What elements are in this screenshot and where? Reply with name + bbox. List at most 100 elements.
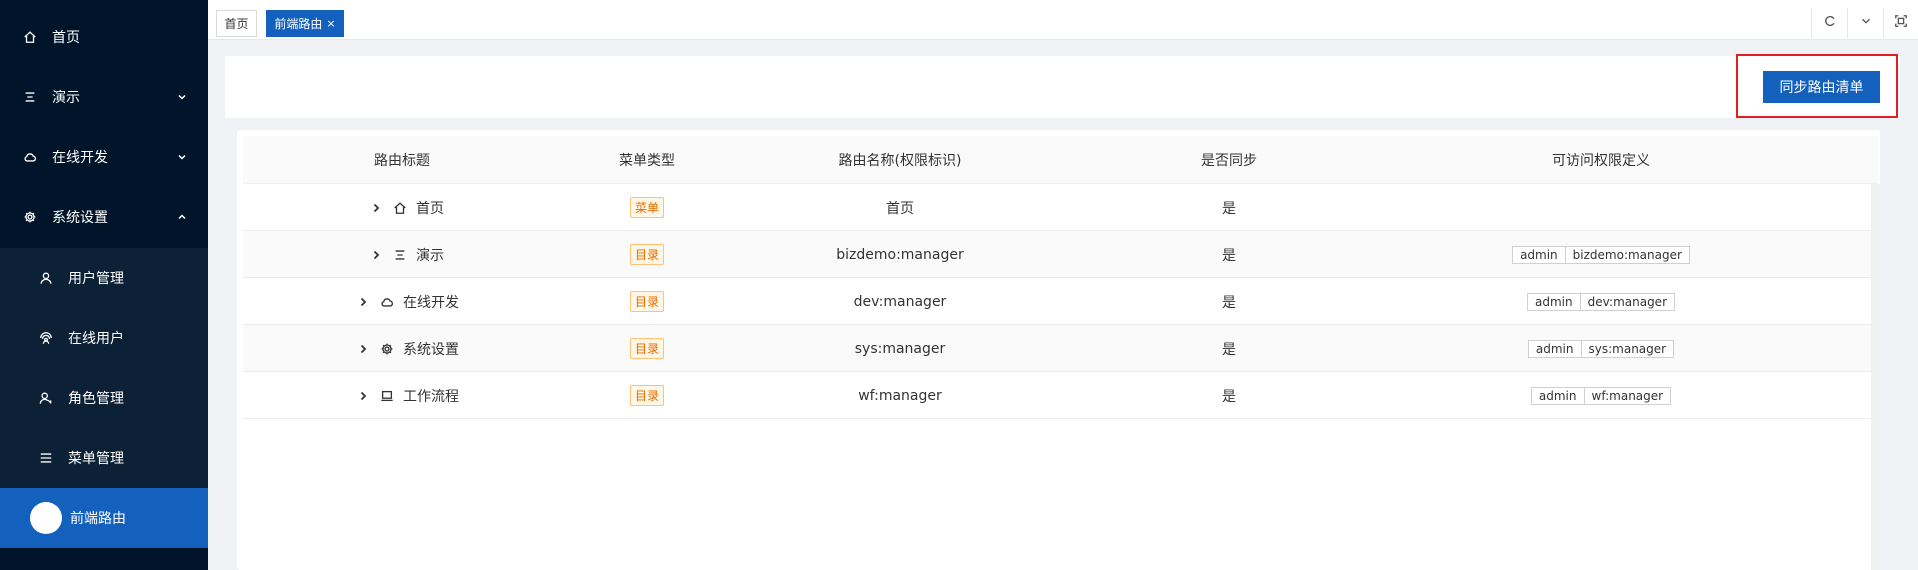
sidebar-item-label: 角色管理 [68, 391, 124, 407]
menu-type-cell: 目录 [561, 325, 733, 372]
chevron-right-icon[interactable] [368, 200, 384, 216]
chevron-down-icon [176, 91, 188, 103]
table-scrollbar[interactable] [1871, 184, 1880, 570]
route-title-cell: 首页 [368, 184, 561, 231]
menu-type-badge: 目录 [629, 291, 664, 312]
chevron-up-icon [176, 211, 188, 223]
table-row[interactable]: 系统设置 目录 sys:manager 是 admin sys:manager [243, 325, 1871, 372]
sidebar-item-system-settings[interactable]: 系统设置 [0, 187, 208, 247]
permission-tag: admin [1527, 339, 1582, 358]
tab-label: 首页 [224, 17, 249, 31]
route-title-cell: 工作流程 [355, 372, 561, 419]
submenu-system-settings: 用户管理 在线用户 角色管理 菜单管理 前端路由 [0, 248, 208, 548]
menu-type-badge: 目录 [629, 244, 664, 265]
sidebar-item-online-dev[interactable]: 在线开发 [0, 127, 208, 187]
cloud-icon [379, 294, 395, 310]
route-title: 在线开发 [403, 294, 459, 311]
chevron-right-icon[interactable] [355, 388, 371, 404]
route-name: dev:manager [853, 293, 947, 310]
tab-home[interactable]: 首页 [216, 10, 257, 37]
route-title-cell: 演示 [368, 231, 561, 278]
column-header-synced: 是否同步 [1201, 153, 1257, 169]
refresh-icon [1823, 14, 1837, 32]
gear-icon [379, 341, 395, 357]
permissions-cell: admin wf:manager [1391, 372, 1811, 419]
synced-value: 是 [1222, 294, 1236, 311]
permission-tags: admin bizdemo:manager [1512, 245, 1690, 264]
synced-value: 是 [1222, 200, 1236, 217]
sidebar: 首页 演示 在线开发 系统设置 用户管理 在线用户 角色管理 菜单管理 前端路由 [0, 0, 208, 570]
gear-icon [22, 209, 38, 225]
route-name: sys:manager [854, 340, 946, 357]
user-icon [38, 270, 54, 286]
route-title: 工作流程 [403, 388, 459, 405]
menu-type-cell: 目录 [561, 372, 733, 419]
sidebar-item-frontend-routes[interactable]: 前端路由 [0, 488, 208, 548]
chevron-down-icon [1859, 14, 1873, 32]
cloud-icon [22, 149, 38, 165]
route-title: 演示 [416, 247, 444, 264]
tab-label: 前端路由 [274, 17, 323, 31]
column-header-route-title: 路由标题 [374, 153, 430, 169]
menu-type-cell: 目录 [561, 278, 733, 325]
menu-icon [38, 450, 54, 466]
close-icon[interactable]: × [326, 17, 335, 30]
menu-type-badge: 目录 [629, 385, 664, 406]
fullscreen-button[interactable] [1883, 8, 1918, 38]
menu-type-cell: 菜单 [561, 184, 733, 231]
active-dot-icon [30, 502, 62, 534]
permission-tags: admin dev:manager [1526, 292, 1676, 311]
route-name: wf:manager [858, 387, 942, 404]
synced-value: 是 [1222, 247, 1236, 264]
permission-tag: admin [1512, 245, 1566, 264]
tabs-bar: 首页 前端路由 × [208, 0, 1918, 40]
column-header-menu-type: 菜单类型 [619, 153, 675, 169]
sidebar-item-role-management[interactable]: 角色管理 [0, 368, 208, 428]
permission-tag: admin [1526, 292, 1581, 311]
permissions-cell: admin dev:manager [1391, 278, 1811, 325]
route-title-cell: 系统设置 [355, 325, 561, 372]
sidebar-item-label: 系统设置 [52, 210, 108, 226]
permission-tags: admin sys:manager [1527, 339, 1675, 358]
table-row[interactable]: 演示 目录 bizdemo:manager 是 admin bizdemo:ma… [243, 231, 1871, 278]
sync-routes-button[interactable]: 同步路由清单 [1763, 71, 1880, 103]
sidebar-item-home[interactable]: 首页 [0, 7, 208, 67]
chevron-right-icon[interactable] [368, 247, 384, 263]
synced-value: 是 [1222, 388, 1236, 405]
sidebar-item-online-users[interactable]: 在线用户 [0, 308, 208, 368]
column-header-route-name: 路由名称(权限标识) [838, 153, 962, 169]
sidebar-item-menu-management[interactable]: 菜单管理 [0, 428, 208, 488]
table-row[interactable]: 首页 菜单 首页 是 [243, 184, 1871, 231]
column-header-permissions: 可访问权限定义 [1552, 153, 1650, 169]
chevron-right-icon[interactable] [355, 294, 371, 310]
sidebar-item-label: 演示 [52, 90, 80, 106]
chevron-down-icon [176, 151, 188, 163]
sidebar-item-label: 在线开发 [52, 150, 108, 166]
tab-frontend-routes[interactable]: 前端路由 × [266, 10, 344, 37]
chevron-right-icon[interactable] [355, 341, 371, 357]
route-title: 首页 [416, 200, 444, 217]
table-row[interactable]: 工作流程 目录 wf:manager 是 admin wf:manager [243, 372, 1871, 419]
route-title: 系统设置 [403, 341, 459, 358]
online-user-icon [38, 330, 54, 346]
role-icon [38, 390, 54, 406]
synced-value: 是 [1222, 341, 1236, 358]
menu-type-badge: 目录 [629, 338, 664, 359]
permission-tag: bizdemo:manager [1565, 245, 1690, 264]
permissions-cell: admin bizdemo:manager [1391, 231, 1811, 278]
sidebar-item-user-management[interactable]: 用户管理 [0, 248, 208, 308]
sidebar-item-label: 用户管理 [68, 271, 124, 287]
route-name: bizdemo:manager [836, 246, 964, 263]
table-row[interactable]: 在线开发 目录 dev:manager 是 admin dev:manager [243, 278, 1871, 325]
list-icon [392, 247, 408, 263]
permissions-cell [1391, 184, 1811, 231]
refresh-button[interactable] [1811, 8, 1847, 38]
tabs-dropdown-button[interactable] [1847, 8, 1883, 38]
fullscreen-icon [1894, 14, 1908, 32]
permission-tags: admin wf:manager [1530, 386, 1672, 405]
sidebar-item-demo[interactable]: 演示 [0, 67, 208, 127]
sidebar-item-label: 菜单管理 [68, 451, 124, 467]
laptop-icon [379, 388, 395, 404]
permission-tag: dev:manager [1580, 292, 1676, 311]
home-icon [22, 29, 38, 45]
